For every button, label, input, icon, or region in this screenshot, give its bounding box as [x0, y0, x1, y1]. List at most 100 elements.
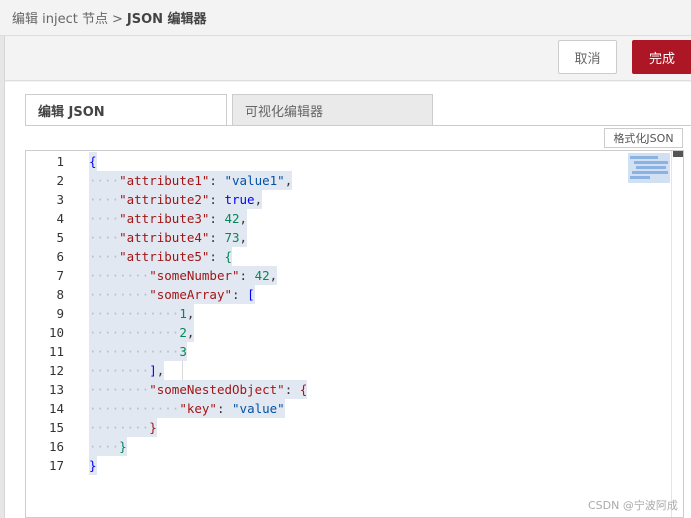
format-json-button[interactable]: 格式化JSON [604, 128, 683, 148]
whitespace-dots: ···· [89, 249, 119, 264]
code-token: } [149, 420, 157, 435]
whitespace-dots: ············ [89, 344, 179, 359]
code-token: 2 [179, 325, 187, 340]
code-token: 1 [179, 306, 187, 321]
line-number: 9 [26, 304, 64, 323]
line-number: 17 [26, 456, 64, 475]
editor-scrollbar[interactable] [671, 151, 683, 517]
whitespace-dots: ···· [89, 439, 119, 454]
done-button[interactable]: 完成 [632, 40, 691, 74]
code-token: { [89, 154, 97, 169]
code-line[interactable]: ············2, [89, 323, 194, 342]
whitespace-dots: ···· [89, 192, 119, 207]
line-number: 11 [26, 342, 64, 361]
whitespace-dots: ············ [89, 325, 179, 340]
code-token: "key" [179, 401, 217, 416]
code-token: , [157, 363, 165, 378]
code-content[interactable]: {····"attribute1": "value1",····"attribu… [89, 151, 669, 517]
code-token: [ [247, 287, 255, 302]
breadcrumb: 编辑 inject 节点 > JSON 编辑器 [12, 8, 207, 27]
whitespace-dots: ········ [89, 363, 149, 378]
code-token: : [217, 401, 232, 416]
code-token: true [224, 192, 254, 207]
line-number: 8 [26, 285, 64, 304]
code-line[interactable]: ········"someNestedObject": { [89, 380, 307, 399]
code-token: , [270, 268, 278, 283]
json-code-editor[interactable]: 1234567891011121314151617 {····"attribut… [25, 150, 684, 518]
line-number: 3 [26, 190, 64, 209]
line-number: 2 [26, 171, 64, 190]
code-line[interactable]: } [89, 456, 97, 475]
tray-toolbar: 取消 完成 [5, 36, 691, 81]
code-token: : [285, 382, 300, 397]
code-line[interactable]: ········} [89, 418, 157, 437]
code-token: "value1" [224, 173, 284, 188]
watermark: CSDN @宁波阿成 [588, 497, 678, 513]
code-line[interactable]: ············3 [89, 342, 187, 361]
code-line[interactable]: ········"someArray": [ [89, 285, 255, 304]
code-token: , [187, 306, 195, 321]
whitespace-dots: ············ [89, 306, 179, 321]
code-token: "attribute2" [119, 192, 209, 207]
breadcrumb-current: JSON 编辑器 [127, 12, 207, 27]
code-line[interactable]: ············1, [89, 304, 194, 323]
code-line[interactable]: ····"attribute2": true, [89, 190, 262, 209]
line-number: 14 [26, 399, 64, 418]
code-token: "attribute1" [119, 173, 209, 188]
code-line[interactable]: { [89, 152, 97, 171]
whitespace-dots: ···· [89, 211, 119, 226]
whitespace-dots: ···· [89, 173, 119, 188]
line-number: 6 [26, 247, 64, 266]
code-token: "someNumber" [149, 268, 239, 283]
code-token: , [187, 325, 195, 340]
editor-panel: 编辑 JSON 可视化编辑器 格式化JSON 12345678910111213… [5, 82, 691, 518]
code-token: : [209, 249, 224, 264]
whitespace-dots: ········ [89, 268, 149, 283]
breadcrumb-parent[interactable]: 编辑 inject 节点 [12, 12, 108, 27]
code-line[interactable]: ····"attribute1": "value1", [89, 171, 292, 190]
code-token: , [255, 192, 263, 207]
whitespace-dots: ···· [89, 230, 119, 245]
line-number: 13 [26, 380, 64, 399]
code-token: { [224, 249, 232, 264]
line-number: 5 [26, 228, 64, 247]
scrollbar-thumb[interactable] [673, 151, 683, 157]
code-line[interactable]: ····"attribute3": 42, [89, 209, 247, 228]
whitespace-dots: ········ [89, 287, 149, 302]
tab-edit-json[interactable]: 编辑 JSON [25, 94, 227, 126]
code-token: } [119, 439, 127, 454]
code-token: 73 [224, 230, 239, 245]
code-token: } [89, 458, 97, 473]
code-line[interactable]: ············"key": "value" [89, 399, 285, 418]
code-token: : [209, 173, 224, 188]
code-token: ] [149, 363, 157, 378]
cancel-button[interactable]: 取消 [558, 40, 617, 74]
editor-title-bar: 编辑 inject 节点 > JSON 编辑器 [0, 0, 691, 36]
code-token: "attribute4" [119, 230, 209, 245]
line-number: 15 [26, 418, 64, 437]
line-number: 16 [26, 437, 64, 456]
code-token: "someArray" [149, 287, 232, 302]
code-token: { [300, 382, 308, 397]
code-token: : [209, 211, 224, 226]
code-token: "someNestedObject" [149, 382, 284, 397]
code-token: : [240, 268, 255, 283]
tab-visual-editor[interactable]: 可视化编辑器 [232, 94, 433, 126]
code-line[interactable]: ····"attribute4": 73, [89, 228, 247, 247]
whitespace-dots: ············ [89, 401, 179, 416]
code-line[interactable]: ····} [89, 437, 127, 456]
code-line[interactable]: ········], [89, 361, 164, 380]
line-number-gutter: 1234567891011121314151617 [26, 151, 72, 517]
breadcrumb-separator: > [112, 12, 123, 27]
code-token: "attribute3" [119, 211, 209, 226]
code-line[interactable]: ····"attribute5": { [89, 247, 232, 266]
code-token: , [240, 211, 248, 226]
code-token: , [285, 173, 293, 188]
code-token: : [209, 192, 224, 207]
code-line[interactable]: ········"someNumber": 42, [89, 266, 277, 285]
editor-minimap[interactable] [628, 153, 670, 183]
line-number: 4 [26, 209, 64, 228]
code-token: 3 [179, 344, 187, 359]
tabs-divider [25, 125, 691, 126]
line-number: 7 [26, 266, 64, 285]
